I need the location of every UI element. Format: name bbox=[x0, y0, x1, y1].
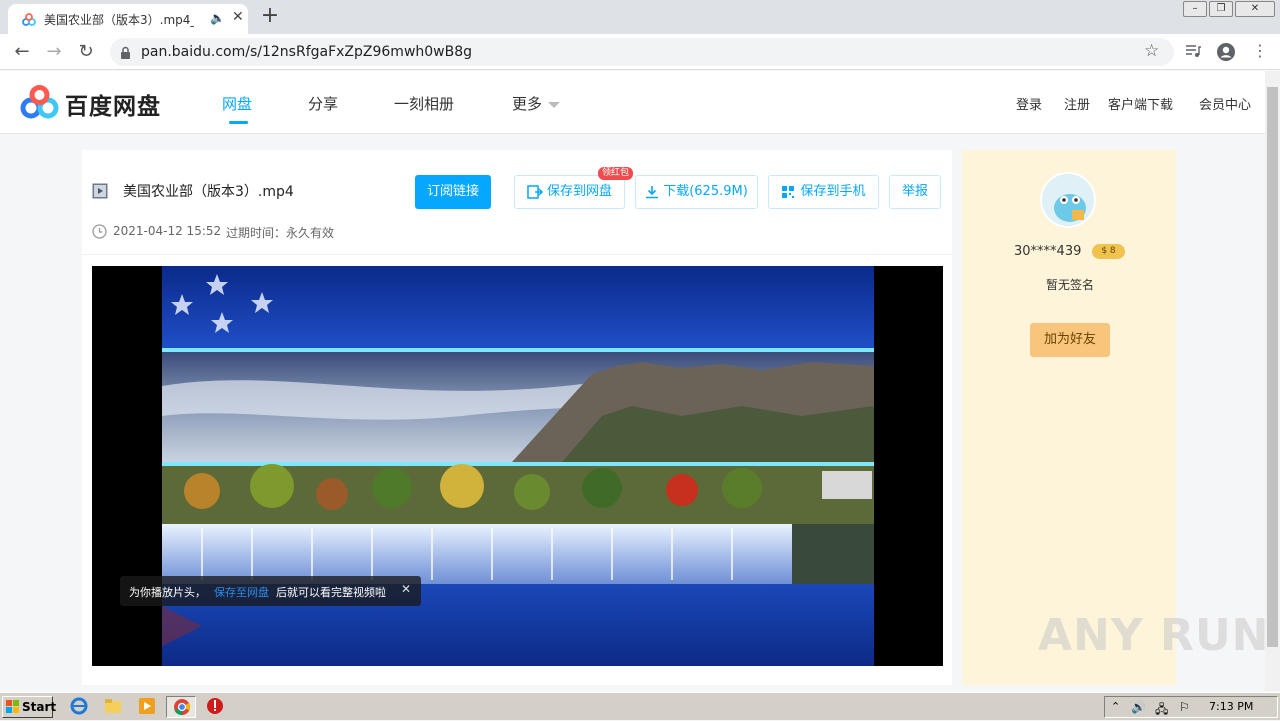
red-packet-badge[interactable]: 领红包 bbox=[598, 167, 634, 180]
preview-toast: 为你播放片头， 保存至网盘 后就可以看完整视频啦 ✕ bbox=[120, 576, 421, 606]
omnibox[interactable]: pan.baidu.com/s/12nsRfgaFxZpZ96mwh0wB8g … bbox=[110, 38, 1174, 66]
baidu-pan-favicon bbox=[22, 12, 36, 31]
vip-center-link[interactable]: 会员中心 bbox=[1199, 94, 1251, 113]
save-to-pan-button[interactable]: 保存到网盘 bbox=[514, 175, 625, 209]
qrcode-icon bbox=[782, 185, 795, 198]
new-tab-button[interactable]: + bbox=[258, 4, 282, 30]
video-frame bbox=[162, 266, 874, 666]
forward-icon[interactable]: → bbox=[42, 41, 66, 62]
chrome-icon bbox=[174, 699, 191, 716]
antivirus-icon[interactable] bbox=[206, 697, 226, 717]
save-icon bbox=[527, 184, 544, 199]
browser-tab-bar: 美国农业部（版本3）.mp4_免费 🔈 ✕ + – ❐ ✕ bbox=[0, 0, 1280, 34]
start-button[interactable]: Start bbox=[2, 696, 57, 718]
download-button[interactable]: 下载(625.9M) bbox=[635, 175, 758, 209]
nav-share[interactable]: 分享 bbox=[308, 93, 338, 114]
windows-taskbar: Start ⌃ 🔊 🖧 ⚐ 7:13 PM bbox=[0, 692, 1280, 720]
page-scrollbar[interactable] bbox=[1265, 71, 1280, 691]
expire-time: 过期时间：永久有效 bbox=[226, 226, 335, 240]
subscribe-link-button[interactable]: 订阅链接 bbox=[415, 175, 491, 209]
media-player-icon[interactable] bbox=[138, 697, 158, 717]
volume-icon[interactable]: 🔊 bbox=[1131, 700, 1146, 714]
save-to-phone-button[interactable]: 保存到手机 bbox=[768, 175, 879, 209]
back-icon[interactable]: ← bbox=[10, 41, 34, 62]
sharer-username: 30****439 bbox=[1014, 244, 1082, 259]
folder-icon[interactable] bbox=[104, 697, 124, 717]
address-bar-row: ← → ↻ pan.baidu.com/s/12nsRfgaFxZpZ96mwh… bbox=[0, 34, 1280, 70]
report-button[interactable]: 举报 bbox=[889, 175, 941, 209]
download-label: 下载(625.9M) bbox=[663, 184, 748, 199]
site-logo-text[interactable]: 百度网盘 bbox=[65, 87, 161, 121]
chrome-taskbar-button[interactable] bbox=[166, 696, 196, 718]
toast-save-link[interactable]: 保存至网盘 bbox=[214, 584, 269, 600]
divider bbox=[82, 254, 952, 255]
chevron-down-icon bbox=[548, 101, 561, 108]
anyrun-watermark: ANY RUN bbox=[1038, 610, 1270, 661]
profile-icon[interactable] bbox=[1216, 42, 1236, 66]
bookmark-star-icon[interactable]: ☆ bbox=[1144, 41, 1159, 61]
tray-expand-icon[interactable]: ⌃ bbox=[1111, 700, 1120, 713]
add-friend-button[interactable]: 加为好友 bbox=[1030, 323, 1110, 357]
lock-icon bbox=[120, 45, 131, 64]
maximize-button[interactable]: ❐ bbox=[1209, 1, 1233, 17]
login-link[interactable]: 登录 bbox=[1016, 94, 1042, 113]
menu-kebab-icon[interactable]: ⋮ bbox=[1252, 41, 1268, 60]
save-to-phone-label: 保存到手机 bbox=[800, 184, 866, 199]
url-text: pan.baidu.com/s/12nsRfgaFxZpZ96mwh0wB8g bbox=[141, 44, 473, 60]
close-window-button[interactable]: ✕ bbox=[1235, 1, 1275, 17]
share-content-panel: 美国农业部（版本3）.mp4 订阅链接 保存到网盘 领红包 下载(625.9M)… bbox=[82, 150, 952, 685]
toast-text-suffix: 后就可以看完整视频啦 bbox=[276, 586, 386, 599]
client-download-link[interactable]: 客户端下载 bbox=[1108, 94, 1173, 113]
site-header: 百度网盘 网盘 分享 一刻相册 更多 登录 注册 客户端下载 会员中心 bbox=[0, 71, 1265, 134]
video-file-icon bbox=[92, 183, 108, 203]
windows-logo-icon bbox=[6, 700, 19, 713]
save-to-pan-label: 保存到网盘 bbox=[546, 184, 612, 199]
nav-wangpan[interactable]: 网盘 bbox=[222, 93, 252, 114]
avatar[interactable] bbox=[1040, 172, 1096, 228]
download-icon bbox=[646, 185, 659, 198]
close-tab-icon[interactable]: ✕ bbox=[232, 9, 244, 25]
file-name: 美国农业部（版本3）.mp4 bbox=[123, 184, 294, 200]
toast-text-prefix: 为你播放片头， bbox=[129, 586, 206, 599]
taskbar-clock: 7:13 PM bbox=[1209, 700, 1254, 713]
clock-icon bbox=[92, 224, 107, 243]
speaker-icon[interactable]: 🔈 bbox=[210, 11, 225, 25]
start-label: Start bbox=[22, 700, 57, 714]
tab-title: 美国农业部（版本3）.mp4_免费 bbox=[44, 13, 194, 27]
video-player[interactable]: 为你播放片头， 保存至网盘 后就可以看完整视频啦 ✕ bbox=[92, 266, 943, 666]
sharer-profile-card: 30****439 $ 8 暂无签名 加为好友 bbox=[962, 150, 1176, 685]
nav-more-label: 更多 bbox=[512, 95, 543, 113]
vip-level-badge: $ 8 bbox=[1092, 244, 1125, 259]
network-icon[interactable]: 🖧 bbox=[1155, 700, 1168, 721]
minimize-button[interactable]: – bbox=[1183, 1, 1207, 17]
nav-album[interactable]: 一刻相册 bbox=[394, 93, 454, 114]
register-link[interactable]: 注册 bbox=[1064, 94, 1090, 113]
nav-active-underline bbox=[229, 121, 248, 124]
reload-icon[interactable]: ↻ bbox=[74, 41, 98, 62]
system-tray: ⌃ 🔊 🖧 ⚐ 7:13 PM bbox=[1104, 696, 1278, 718]
share-date: 2021-04-12 15:52 bbox=[113, 224, 222, 238]
scrollbar-thumb[interactable] bbox=[1267, 87, 1278, 647]
media-control-icon[interactable] bbox=[1184, 42, 1202, 64]
flag-icon[interactable]: ⚐ bbox=[1179, 700, 1190, 714]
nav-more[interactable]: 更多 bbox=[512, 93, 561, 114]
close-icon[interactable]: ✕ bbox=[401, 582, 411, 596]
baidu-pan-logo-icon[interactable] bbox=[20, 85, 60, 125]
ie-icon[interactable] bbox=[70, 697, 90, 717]
user-signature: 暂无签名 bbox=[1046, 278, 1095, 292]
browser-tab[interactable]: 美国农业部（版本3）.mp4_免费 🔈 ✕ bbox=[8, 4, 248, 34]
